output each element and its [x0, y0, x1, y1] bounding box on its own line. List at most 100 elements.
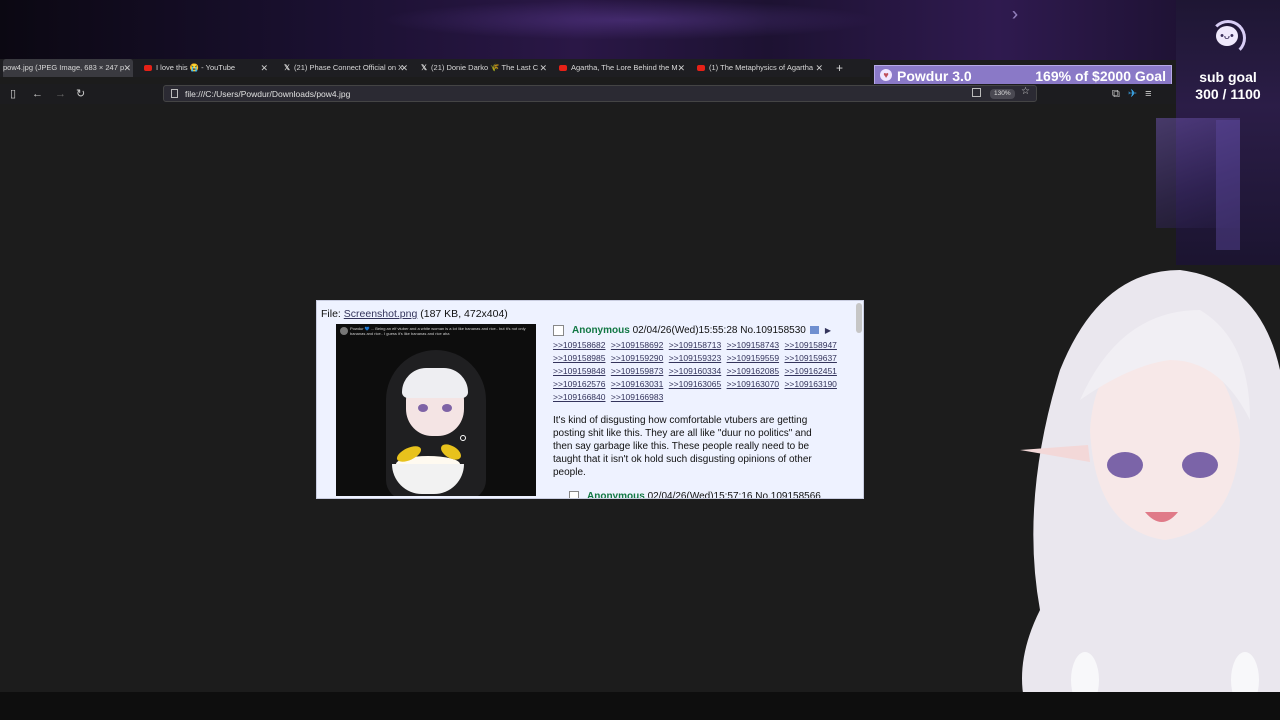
tab-label: Agartha, The Lore Behind the M — [571, 63, 678, 72]
reply-link[interactable]: >>109158743 — [727, 340, 779, 350]
vtuber-avatar — [1020, 270, 1280, 720]
sub-goal-widget: sub goal 300 / 1100 — [1180, 69, 1276, 103]
poster-name: Anonymous — [572, 325, 630, 336]
close-icon[interactable]: ✕ — [677, 59, 685, 77]
reply-link[interactable]: >>109158985 — [553, 353, 605, 363]
avatar-eye-right — [1182, 452, 1218, 478]
file-prefix: File: — [321, 308, 341, 320]
extension-icon[interactable]: ✈ — [1128, 88, 1137, 100]
reply-link[interactable]: >>109159323 — [669, 353, 721, 363]
close-icon[interactable]: ✕ — [260, 59, 268, 77]
panel-decoration-bar — [1216, 120, 1240, 250]
reload-icon[interactable]: ↻ — [76, 85, 85, 103]
reply-link[interactable]: >>109159848 — [553, 366, 605, 376]
reply-link[interactable]: >>109162085 — [727, 366, 779, 376]
sub-goal-count: 300 / 1100 — [1195, 86, 1261, 102]
quote-icon[interactable] — [809, 326, 819, 335]
reply-link[interactable]: >>109166840 — [553, 392, 605, 402]
thumbnail-eye — [442, 404, 452, 412]
close-icon[interactable]: ✕ — [539, 59, 547, 77]
document-icon — [171, 89, 178, 98]
tab-metaphysics-agartha[interactable]: (1) The Metaphysics of Agartha ✕ — [697, 59, 825, 77]
reply-link[interactable]: >>109163031 — [611, 379, 663, 389]
post-datetime: 02/04/26(Wed)15:55:28 — [632, 325, 738, 336]
post-checkbox[interactable] — [569, 491, 579, 498]
tab-agartha-lore[interactable]: Agartha, The Lore Behind the M ✕ — [559, 59, 687, 77]
reply-links: >>109158682 >>109158692 >>109158713 >>10… — [553, 339, 843, 404]
tab-strip: pow4.jpg (JPEG Image, 683 × 247 p ✕ I lo… — [0, 59, 870, 77]
reply-link[interactable]: >>109158713 — [669, 340, 721, 350]
bottom-bar — [0, 692, 1280, 720]
extension-icon[interactable]: ⧉ — [1112, 88, 1120, 100]
post-meta: 02/04/26(Wed)15:57:16 No.109158566 — [647, 491, 821, 499]
tab-label: (1) The Metaphysics of Agartha — [709, 63, 814, 72]
goal-progress-text: 169% of $2000 Goal — [1035, 68, 1166, 84]
zoom-level[interactable]: 130% — [990, 89, 1015, 99]
x-logo-icon: 𝕏 — [421, 63, 428, 72]
reply-link[interactable]: >>109163070 — [727, 379, 779, 389]
reply-link[interactable]: >>109159873 — [611, 366, 663, 376]
youtube-icon — [697, 65, 705, 72]
avatar-eye-left — [1107, 452, 1143, 478]
post-body: It's kind of disgusting how comfortable … — [553, 415, 812, 478]
file-name-link[interactable]: Screenshot.png — [344, 308, 418, 320]
reply-link[interactable]: >>109159290 — [611, 353, 663, 363]
forward-icon[interactable]: → — [55, 85, 66, 103]
thumbnail-eye — [418, 404, 428, 412]
tab-label: I love this 😭 - YouTube — [156, 63, 236, 72]
close-icon[interactable]: ✕ — [815, 59, 823, 77]
reply-link[interactable]: >>109166983 — [611, 392, 663, 402]
sidebar-icon[interactable]: ▯ — [10, 85, 16, 103]
tab-label: (21) Phase Connect Official on X — [294, 63, 404, 72]
url-text[interactable]: file:///C:/Users/Powdur/Downloads/pow4.j… — [185, 87, 350, 101]
file-info: (187 KB, 472x404) — [420, 308, 508, 320]
reply-link[interactable]: >>109159559 — [727, 353, 779, 363]
scrollbar[interactable] — [856, 303, 862, 333]
reply-link[interactable]: >>109160334 — [669, 366, 721, 376]
new-tab-button[interactable]: + — [836, 59, 843, 77]
back-icon[interactable]: ← — [32, 85, 43, 103]
thumbnail-tweet-text: Powdur 💙 ... Being an elf vtuber and a w… — [350, 326, 526, 336]
post-header: Anonymous 02/04/26(Wed)15:55:28 No.10915… — [553, 324, 853, 338]
tab-donie-darko[interactable]: 𝕏 (21) Donie Darko 🌾 The Last C ✕ — [421, 59, 549, 77]
goal-name: Powdur 3.0 — [897, 68, 972, 84]
next-post-header: Anonymous 02/04/26(Wed)15:57:16 No.10915… — [569, 491, 859, 499]
youtube-icon — [144, 65, 152, 72]
reply-link[interactable]: >>109162576 — [553, 379, 605, 389]
reply-link[interactable]: >>109163190 — [784, 379, 836, 389]
tab-label: pow4.jpg (JPEG Image, 683 × 247 p — [3, 63, 125, 72]
goal-heart-icon: ♥ — [880, 69, 892, 81]
reply-link[interactable]: >>109159637 — [784, 353, 836, 363]
file-info-line: File: Screenshot.png (187 KB, 472x404) — [321, 308, 508, 320]
stream-banner: ››› — [0, 0, 1280, 60]
reply-link[interactable]: >>109158947 — [784, 340, 836, 350]
download-icon[interactable] — [972, 88, 981, 97]
post-menu-arrow-icon[interactable]: ▶ — [825, 326, 831, 335]
thumbnail-hair — [402, 368, 468, 398]
tab-label: (21) Donie Darko 🌾 The Last C — [431, 63, 539, 72]
poster-name: Anonymous — [587, 491, 645, 499]
banner-glow — [380, 0, 880, 40]
reply-link[interactable]: >>109158682 — [553, 340, 605, 350]
sub-goal-title: sub goal — [1199, 69, 1257, 85]
post-number[interactable]: No.109158530 — [740, 325, 806, 336]
tab-phase-connect[interactable]: 𝕏 (21) Phase Connect Official on X ✕ — [284, 59, 410, 77]
post-checkbox[interactable] — [553, 324, 564, 336]
reply-link[interactable]: >>109163065 — [669, 379, 721, 389]
post-thumbnail[interactable]: Powdur 💙 ... Being an elf vtuber and a w… — [336, 324, 536, 496]
star-icon[interactable]: ☆ — [1021, 86, 1030, 97]
close-icon[interactable]: ✕ — [123, 59, 131, 77]
address-bar[interactable]: file:///C:/Users/Powdur/Downloads/pow4.j… — [163, 85, 1037, 102]
avatar — [340, 327, 348, 335]
reply-link[interactable]: >>109162451 — [784, 366, 836, 376]
reply-link[interactable]: >>109158692 — [611, 340, 663, 350]
close-icon[interactable]: ✕ — [400, 59, 408, 77]
stream-avatar-icon: •ᴗ• — [1216, 26, 1238, 46]
post: Anonymous 02/04/26(Wed)15:55:28 No.10915… — [553, 324, 853, 479]
tab-youtube-i-love-this[interactable]: I love this 😭 - YouTube ✕ — [144, 59, 270, 77]
tab-pow4-image[interactable]: pow4.jpg (JPEG Image, 683 × 247 p ✕ — [3, 59, 133, 77]
mouse-cursor-icon — [460, 435, 466, 441]
menu-icon[interactable]: ≡ — [1145, 88, 1151, 100]
image-viewer: File: Screenshot.png (187 KB, 472x404) P… — [316, 300, 864, 499]
x-logo-icon: 𝕏 — [284, 63, 291, 72]
